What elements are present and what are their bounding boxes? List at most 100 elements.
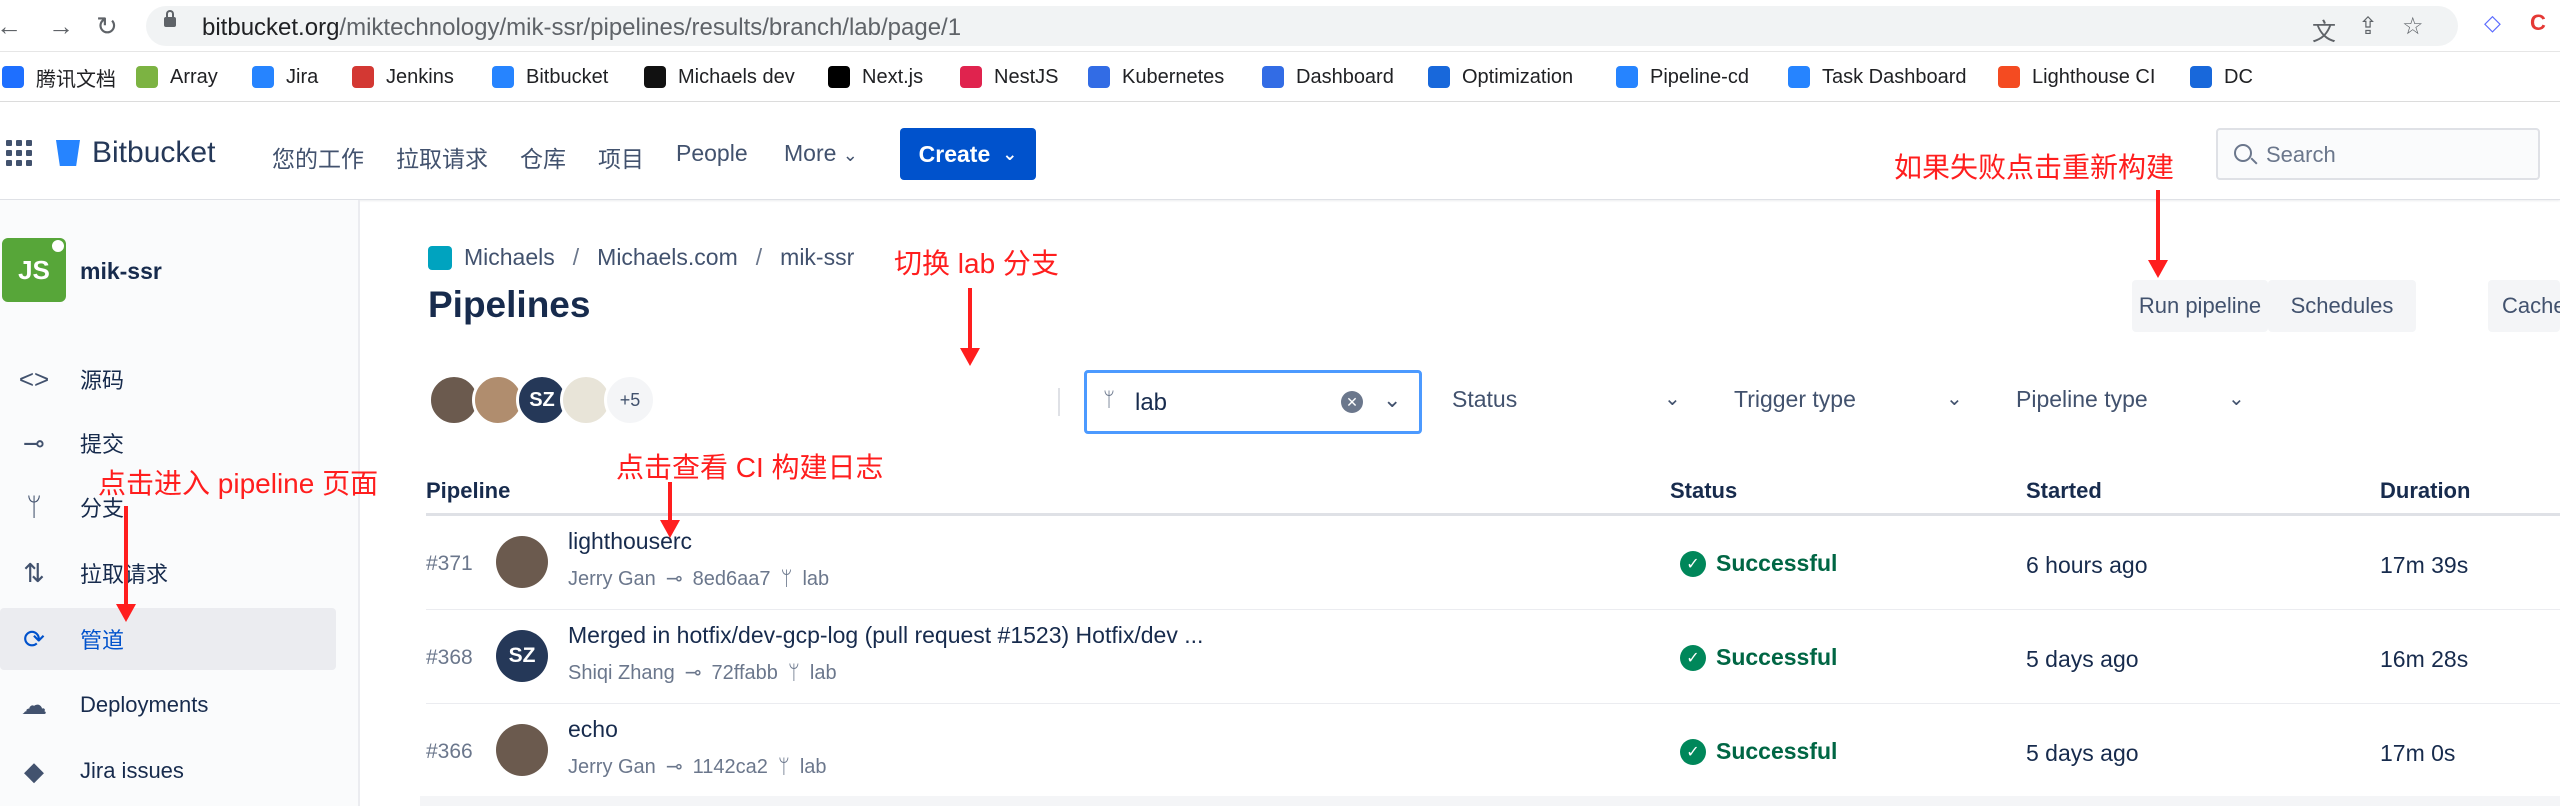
status-badge: ✓ Successful [1680, 738, 1837, 765]
nav-projects[interactable]: 项目 [598, 140, 644, 174]
bookmark-label: NestJS [994, 65, 1059, 88]
commit-hash-link[interactable]: 1142ca2 [693, 756, 768, 778]
branch-link[interactable]: lab [810, 662, 837, 684]
breadcrumb-project[interactable]: Michaels.com [597, 244, 738, 271]
private-lock-icon [50, 238, 66, 254]
table-row[interactable]: #368 SZ Merged in hotfix/dev-gcp-log (pull… [426, 610, 2560, 704]
bitbucket-logo[interactable]: Bitbucket [56, 136, 215, 170]
annotation-view-log: 点击查看 CI 构建日志 [616, 452, 884, 483]
share-icon[interactable]: ⇪ [2358, 12, 2378, 41]
chevron-down-icon[interactable]: ⌄ [2228, 386, 2245, 411]
schedules-button[interactable]: Schedules [2268, 280, 2416, 332]
annotation-arrow [116, 506, 136, 622]
pipeline-type-filter[interactable]: Pipeline type [2016, 386, 2148, 413]
pipeline-title-link[interactable]: Merged in hotfix/dev-gcp-log (pull reque… [568, 622, 1203, 649]
branch-link[interactable]: lab [800, 756, 827, 778]
address-bar[interactable]: bitbucket.org/miktechnology/mik-ssr/pipe… [146, 6, 2458, 46]
breadcrumb-workspace[interactable]: Michaels [464, 244, 555, 271]
bookmark-item[interactable]: Michaels dev [644, 64, 795, 90]
pipeline-number[interactable]: #371 [426, 552, 473, 576]
bookmark-label: Dashboard [1296, 65, 1394, 88]
started-time: 6 hours ago [2026, 552, 2148, 578]
extension-cube-icon[interactable]: ◇ [2484, 10, 2501, 36]
reload-icon[interactable]: ↻ [96, 12, 118, 40]
sidebar-item-source[interactable]: <> 源码 [0, 348, 336, 410]
nav-pull-requests[interactable]: 拉取请求 [396, 140, 488, 174]
author-name: Jerry Gan [568, 568, 656, 590]
create-label: Create [918, 140, 991, 167]
run-pipeline-button[interactable]: Run pipeline [2132, 280, 2268, 332]
app-switcher-icon[interactable] [6, 140, 32, 166]
check-circle-icon: ✓ [1680, 738, 1706, 765]
create-button[interactable]: Create ⌄ [900, 128, 1036, 180]
chevron-down-icon: ⌄ [1383, 387, 1402, 412]
pipeline-title-link[interactable]: echo [568, 716, 618, 743]
branch-icon: ᛘ [777, 756, 790, 778]
table-row[interactable]: #371 lighthouserc Jerry Gan ⊸ 8ed6aa7 ᛘ lab ✓ Su… [426, 516, 2560, 610]
search-input[interactable]: Search [2216, 128, 2540, 180]
nav-repositories[interactable]: 仓库 [520, 140, 566, 174]
table-row[interactable]: #366 echo Jerry Gan ⊸ 1142ca2 ᛘ lab ✓ Successful… [426, 704, 2560, 798]
branch-link[interactable]: lab [802, 568, 829, 590]
bookmark-item[interactable]: Bitbucket [492, 64, 608, 90]
chevron-down-icon[interactable]: ⌄ [1946, 386, 1963, 411]
bookmark-item[interactable]: Array [136, 64, 218, 90]
url-text: bitbucket.org/miktechnology/mik-ssr/pipe… [202, 14, 962, 41]
back-icon[interactable]: ← [0, 12, 22, 40]
pipeline-number[interactable]: #366 [426, 740, 473, 764]
bookmark-favicon-icon [1998, 66, 2020, 88]
commit-hash-link[interactable]: 72ffabb [712, 662, 778, 684]
bookmark-item[interactable]: Next.js [828, 64, 923, 90]
clear-icon[interactable]: ✕ [1341, 391, 1363, 413]
branch-filter-select[interactable]: ᛘ lab ✕ ⌄ [1084, 370, 1422, 434]
pipeline-meta: Jerry Gan ⊸ 1142ca2 ᛘ lab [568, 754, 837, 779]
avatar-more[interactable]: +5 [604, 374, 656, 426]
nav-people[interactable]: People [676, 140, 748, 167]
star-icon[interactable]: ☆ [2402, 12, 2424, 41]
nav-more[interactable]: More ⌄ [784, 140, 858, 167]
bookmark-favicon-icon [1788, 66, 1810, 88]
translate-icon[interactable]: 文 [2312, 12, 2336, 47]
status-filter[interactable]: Status [1452, 386, 1517, 413]
top-navigation: Bitbucket 您的工作 拉取请求 仓库 项目 People More ⌄ … [0, 102, 2560, 200]
pipeline-number[interactable]: #368 [426, 646, 473, 670]
filter-divider [1058, 388, 1060, 416]
bookmark-label: Bitbucket [526, 65, 609, 88]
bookmark-item[interactable]: Kubernetes [1088, 64, 1224, 90]
caches-button[interactable]: Caches [2488, 280, 2560, 332]
annotation-arrow [960, 288, 980, 366]
branch-icon: ᛘ [780, 568, 793, 590]
code-icon: <> [18, 363, 50, 394]
repo-name[interactable]: mik-ssr [80, 258, 162, 285]
sidebar-item-pull-requests[interactable]: ⇅拉取请求 [0, 542, 336, 604]
bookmark-item[interactable]: Dashboard [1262, 64, 1394, 90]
bookmark-item[interactable]: Pipeline-cd [1616, 64, 1749, 90]
breadcrumb-repo[interactable]: mik-ssr [780, 244, 854, 271]
bookmark-item[interactable]: Lighthouse CI [1998, 64, 2155, 90]
forward-icon[interactable]: → [48, 12, 74, 40]
bookmark-item[interactable]: Optimization [1428, 64, 1573, 90]
trigger-type-filter[interactable]: Trigger type [1734, 386, 1856, 413]
bookmark-item[interactable]: DC [2190, 64, 2253, 90]
bookmark-item[interactable]: NestJS [960, 64, 1058, 90]
bookmark-item[interactable]: 腾讯文档 [2, 64, 116, 91]
bookmark-favicon-icon [2, 66, 24, 88]
commit-hash-link[interactable]: 8ed6aa7 [693, 568, 771, 590]
sidebar-item-jira-issues[interactable]: ◆ Jira issues [0, 740, 336, 802]
chevron-down-icon[interactable]: ⌄ [1664, 386, 1681, 411]
sidebar-item-deployments[interactable]: ☁ Deployments [0, 674, 336, 736]
check-circle-icon: ✓ [1680, 644, 1706, 671]
sidebar: JS mik-ssr <>源码 ⊸提交 ᛘ分支 ⇅拉取请求 ⟳管道 ☁Deplo… [0, 200, 360, 806]
annotation-arrow [2148, 190, 2168, 278]
nav-your-work[interactable]: 您的工作 [272, 140, 364, 174]
bookmark-item[interactable]: Task Dashboard [1788, 64, 1967, 90]
avatar [496, 724, 548, 776]
bookmark-item[interactable]: Jenkins [352, 64, 454, 90]
sidebar-item-pipelines[interactable]: ⟳ 管道 [0, 608, 336, 670]
annotation-switch-branch: 切换 lab 分支 [894, 248, 1059, 279]
bookmark-item[interactable]: Jira [252, 64, 318, 90]
duration: 17m 39s [2380, 552, 2469, 578]
extension-c-icon[interactable]: C [2530, 10, 2546, 36]
status-badge: ✓ Successful [1680, 550, 1837, 577]
bookmark-label: Optimization [1462, 65, 1574, 88]
